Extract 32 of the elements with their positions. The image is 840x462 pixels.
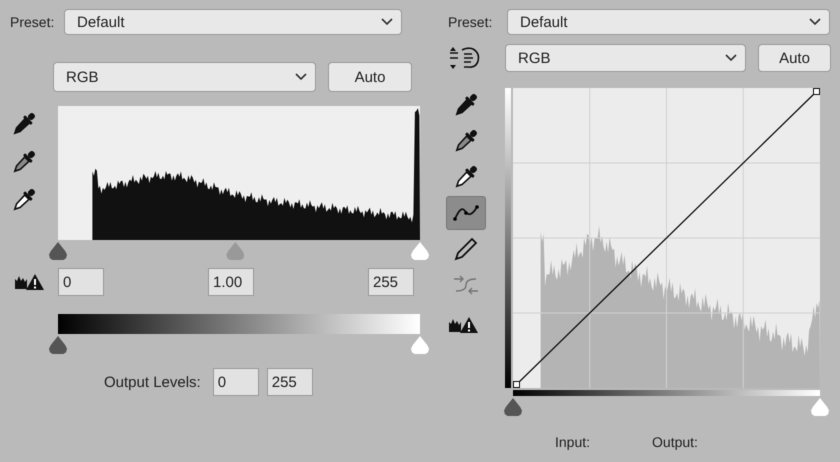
chevron-icon <box>725 54 737 62</box>
output-levels-label: Output Levels: <box>104 374 201 390</box>
preset-label: Preset: <box>9 14 56 30</box>
channel-dropdown[interactable]: RGB <box>53 62 316 92</box>
slider-handle[interactable] <box>411 242 429 260</box>
input-field[interactable]: 255 <box>368 268 414 296</box>
output-label: Output: <box>652 434 698 450</box>
preset-dropdown[interactable]: Default <box>64 9 402 35</box>
preset-dropdown[interactable]: Default <box>507 9 830 35</box>
input-label: Input: <box>555 434 590 450</box>
control-point[interactable] <box>513 381 520 388</box>
slider-handle[interactable] <box>811 398 829 416</box>
output-field[interactable]: 255 <box>266 368 313 396</box>
control-point[interactable] <box>813 88 820 95</box>
input-field[interactable]: 0 <box>58 268 104 296</box>
input-field[interactable]: 1.00 <box>208 268 254 296</box>
slider-handle[interactable] <box>504 398 522 416</box>
preset-label: Preset: <box>447 14 494 30</box>
slider-handle[interactable] <box>49 336 67 354</box>
output-field[interactable]: 0 <box>212 368 259 396</box>
auto-button[interactable]: Auto <box>758 44 831 72</box>
slider-handle[interactable] <box>226 242 244 260</box>
channel-dropdown[interactable]: RGB <box>505 44 746 72</box>
pencil-icon <box>452 235 480 263</box>
hand-icon[interactable] <box>448 45 482 71</box>
curve-tool-button[interactable] <box>446 196 486 230</box>
auto-button[interactable]: Auto <box>328 62 412 92</box>
chevron-icon <box>809 18 821 26</box>
chevron-icon <box>381 18 393 26</box>
chevron-icon <box>295 73 307 81</box>
slider-handle[interactable] <box>49 242 67 260</box>
slider-handle[interactable] <box>411 336 429 354</box>
